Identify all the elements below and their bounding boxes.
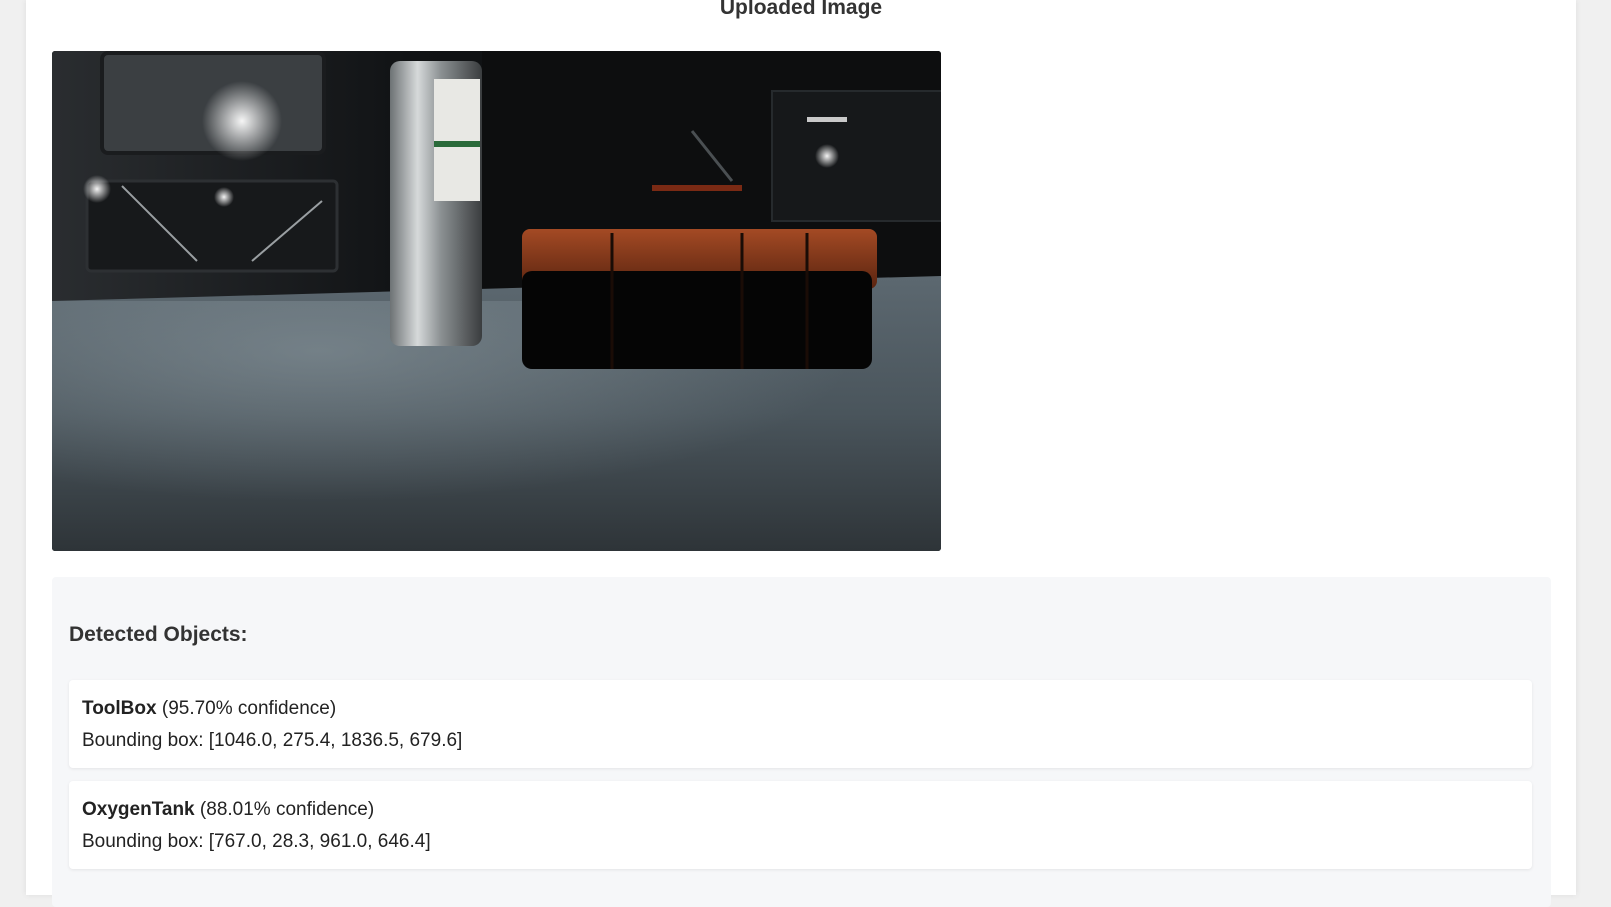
uploaded-image xyxy=(52,51,941,551)
detection-summary: ToolBox (95.70% confidence) xyxy=(82,698,336,720)
page-title: Uploaded Image xyxy=(719,0,883,19)
detection-summary: OxygenTank (88.01% confidence) xyxy=(82,799,374,821)
detected-objects-panel: Detected Objects: ToolBox (95.70% confid… xyxy=(52,577,1551,907)
detected-objects-heading: Detected Objects: xyxy=(69,623,248,646)
detection-item: ToolBox (95.70% confidence) Bounding box… xyxy=(69,680,1532,768)
detection-item: OxygenTank (88.01% confidence) Bounding … xyxy=(69,781,1532,869)
detection-bbox: Bounding box: [1046.0, 275.4, 1836.5, 67… xyxy=(82,730,463,751)
detection-bbox: Bounding box: [767.0, 28.3, 961.0, 646.4… xyxy=(82,831,431,852)
detection-confidence: (88.01% confidence) xyxy=(199,799,375,820)
main-card: Uploaded Image Detected Objects: ToolBox… xyxy=(26,0,1576,907)
detection-name: OxygenTank xyxy=(82,799,195,820)
detection-name: ToolBox xyxy=(82,698,157,719)
detection-confidence: (95.70% confidence) xyxy=(161,698,337,719)
